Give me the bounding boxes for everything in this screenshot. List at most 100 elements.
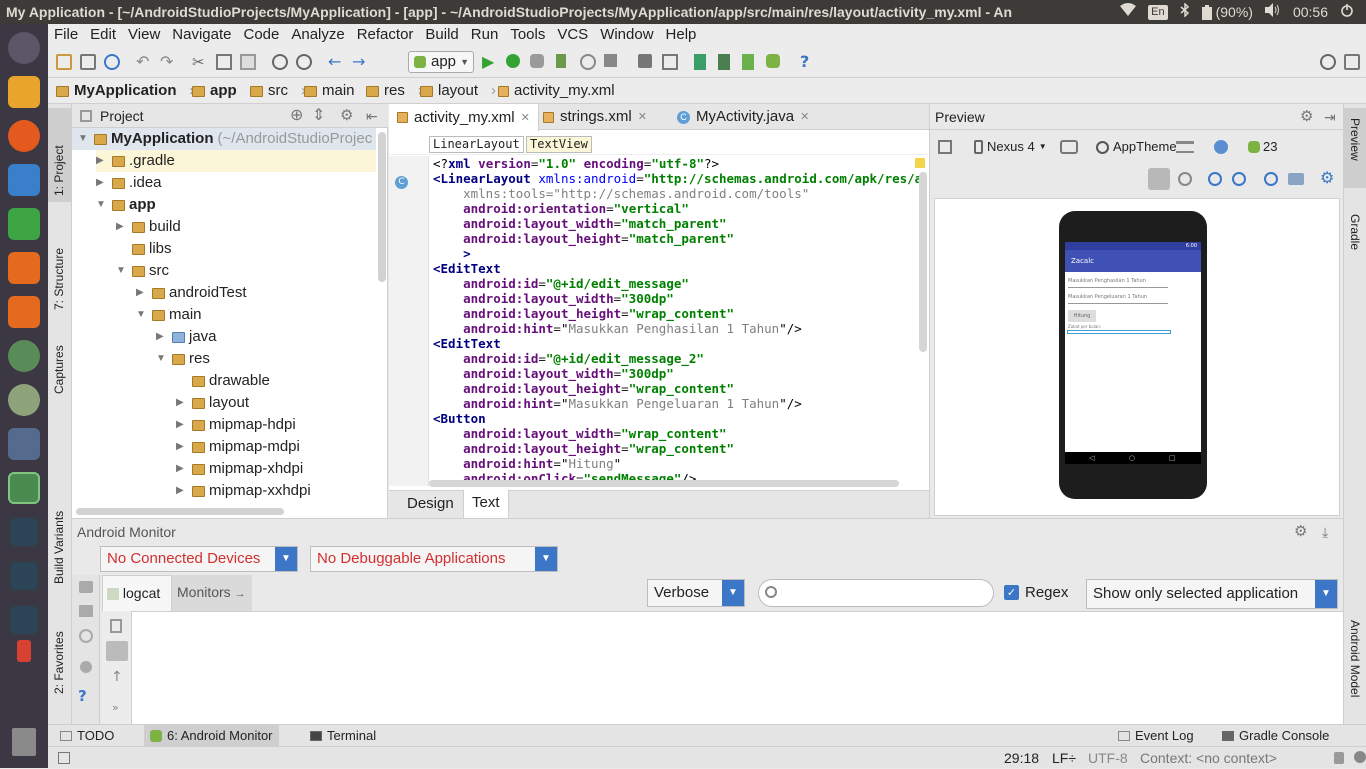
attach-debugger-icon[interactable] <box>530 54 544 68</box>
tree-item-main[interactable]: ▼ main <box>136 304 202 326</box>
collapse-all-icon[interactable]: ⇕ <box>312 104 325 128</box>
menu-code[interactable]: Code <box>237 24 285 46</box>
dash-icon[interactable] <box>8 32 40 64</box>
tree-item-androidtest[interactable]: ▶ androidTest <box>136 282 247 304</box>
horizontal-scrollbar[interactable] <box>76 508 284 515</box>
editor-horizontal-scrollbar[interactable] <box>429 480 899 487</box>
gear-icon[interactable]: ⚙ <box>1294 519 1307 545</box>
log-level-select[interactable]: Verbose ▼ <box>647 579 745 607</box>
terminate-icon[interactable] <box>80 661 92 673</box>
power-icon[interactable] <box>1340 0 1354 24</box>
close-icon[interactable]: ✕ <box>521 105 530 131</box>
line-separator[interactable]: LF÷ <box>1052 747 1076 769</box>
tool-window-event-log[interactable]: Event Log <box>1118 725 1194 747</box>
tab-design[interactable]: Design <box>399 491 462 517</box>
class-gutter-icon[interactable]: C <box>395 176 408 189</box>
debug-icon[interactable] <box>506 54 520 68</box>
device-select[interactable]: Nexus 4 ▼ <box>974 132 1047 162</box>
menu-window[interactable]: Window <box>594 24 659 46</box>
more-icon[interactable]: » <box>112 701 119 714</box>
help-icon[interactable]: ? <box>800 54 816 70</box>
impress-icon[interactable] <box>8 252 40 284</box>
trash-icon[interactable] <box>12 728 36 756</box>
avd-manager-icon[interactable] <box>718 54 730 70</box>
tree-item-java[interactable]: ▶ java <box>156 326 217 348</box>
tab-activity-my-xml[interactable]: activity_my.xml ✕ <box>389 104 539 131</box>
logcat-output[interactable] <box>132 611 1343 725</box>
run-icon[interactable]: ▶ <box>482 54 498 70</box>
logcat-search-input[interactable] <box>758 579 994 607</box>
rerun-icon[interactable] <box>580 54 596 70</box>
tab-monitors[interactable]: Monitors → <box>172 575 252 611</box>
battery-indicator[interactable]: (90%) <box>1201 0 1253 24</box>
filter-select[interactable]: Show only selected application ▼ <box>1086 579 1338 609</box>
tree-item-gradle[interactable]: ▶ .gradle <box>96 150 376 172</box>
run-config-select[interactable]: app ▼ <box>408 51 474 73</box>
save-icon[interactable] <box>80 54 96 70</box>
hide-panel-icon[interactable]: ⤓ <box>1322 519 1328 545</box>
tool-window-gradle-console[interactable]: Gradle Console <box>1222 725 1329 747</box>
android-device-monitor-icon[interactable] <box>766 54 780 68</box>
apply-changes-icon[interactable] <box>556 54 566 68</box>
xml-crumb-textview[interactable]: TextView <box>526 136 592 153</box>
redo-icon[interactable]: ↷ <box>160 54 176 70</box>
screenshot-icon[interactable] <box>1288 173 1304 185</box>
system-info-icon[interactable] <box>79 629 93 643</box>
file-encoding[interactable]: UTF-8 <box>1088 747 1128 769</box>
up-icon[interactable]: ↑ <box>111 669 123 685</box>
regex-checkbox[interactable]: ✓ <box>1004 585 1019 600</box>
menu-build[interactable]: Build <box>419 24 464 46</box>
emulator-icon-3[interactable] <box>10 606 38 634</box>
tab-logcat[interactable]: logcat <box>102 575 172 611</box>
tree-item-mipmap-mdpi[interactable]: ▶ mipmap-mdpi <box>176 436 300 458</box>
tab-strings-xml[interactable]: strings.xml ✕ <box>535 104 655 130</box>
tree-item-idea[interactable]: ▶ .idea <box>96 172 162 194</box>
tree-item-app[interactable]: ▼ app <box>96 194 156 216</box>
cut-icon[interactable]: ✂ <box>192 54 208 70</box>
tool-windows-toggle-icon[interactable] <box>58 752 70 764</box>
layout-config-icon[interactable] <box>938 140 952 154</box>
orientation-icon[interactable] <box>1060 140 1078 154</box>
menu-refactor[interactable]: Refactor <box>351 24 420 46</box>
screenshot-icon[interactable] <box>79 581 93 593</box>
tree-item-layout[interactable]: ▶ layout <box>176 392 249 414</box>
sync-icon[interactable] <box>104 54 120 70</box>
bluetooth-icon[interactable] <box>1180 0 1190 24</box>
copy-icon[interactable] <box>216 54 232 70</box>
gear-icon[interactable]: ⚙ <box>1300 104 1313 130</box>
context-indicator[interactable]: Context: <no context> <box>1140 747 1277 769</box>
menu-view[interactable]: View <box>122 24 166 46</box>
tree-root[interactable]: ▼ MyApplication (~/AndroidStudioProjec <box>78 128 372 150</box>
tool-window-terminal[interactable]: Terminal <box>310 725 376 747</box>
refresh-icon[interactable] <box>1264 172 1278 186</box>
breadcrumb-app[interactable]: app› <box>192 78 255 104</box>
sdk-manager-icon[interactable] <box>742 54 754 70</box>
vertical-scrollbar[interactable] <box>378 132 386 282</box>
clock[interactable]: 00:56 <box>1293 0 1328 24</box>
gradle-sync-icon[interactable] <box>694 54 706 70</box>
tool-window-todo[interactable]: TODO <box>60 725 114 747</box>
volume-icon[interactable] <box>1264 0 1281 24</box>
wifi-icon[interactable] <box>1120 0 1137 24</box>
menu-help[interactable]: Help <box>660 24 703 46</box>
breadcrumb-project[interactable]: MyApplication› <box>56 78 195 104</box>
tool-window-gradle[interactable]: Gradle <box>1348 214 1362 250</box>
menu-edit[interactable]: Edit <box>84 24 122 46</box>
back-icon[interactable]: ← <box>328 54 344 70</box>
app-icon[interactable] <box>8 384 40 416</box>
emulator-icon-2[interactable] <box>10 562 38 590</box>
extinguisher-icon[interactable] <box>17 640 31 662</box>
locale-globe-icon[interactable] <box>1214 140 1228 154</box>
theme-select[interactable]: AppTheme <box>1096 132 1177 162</box>
tab-text[interactable]: Text <box>463 490 509 518</box>
calc-icon[interactable] <box>8 208 40 240</box>
tool-window-android-monitor[interactable]: 6: Android Monitor <box>144 725 279 747</box>
breadcrumb-main[interactable]: main› <box>304 78 373 104</box>
debuggable-apps-select[interactable]: No Debuggable Applications ▼ <box>310 546 558 572</box>
tree-item-drawable[interactable]: drawable <box>176 370 270 392</box>
scroll-to-end-icon[interactable] <box>106 641 128 661</box>
close-icon[interactable]: ✕ <box>800 104 809 130</box>
scroll-from-source-icon[interactable]: ⊕ <box>290 104 303 128</box>
menu-run[interactable]: Run <box>465 24 505 46</box>
tool-window-structure[interactable]: 7: Structure <box>52 248 66 310</box>
